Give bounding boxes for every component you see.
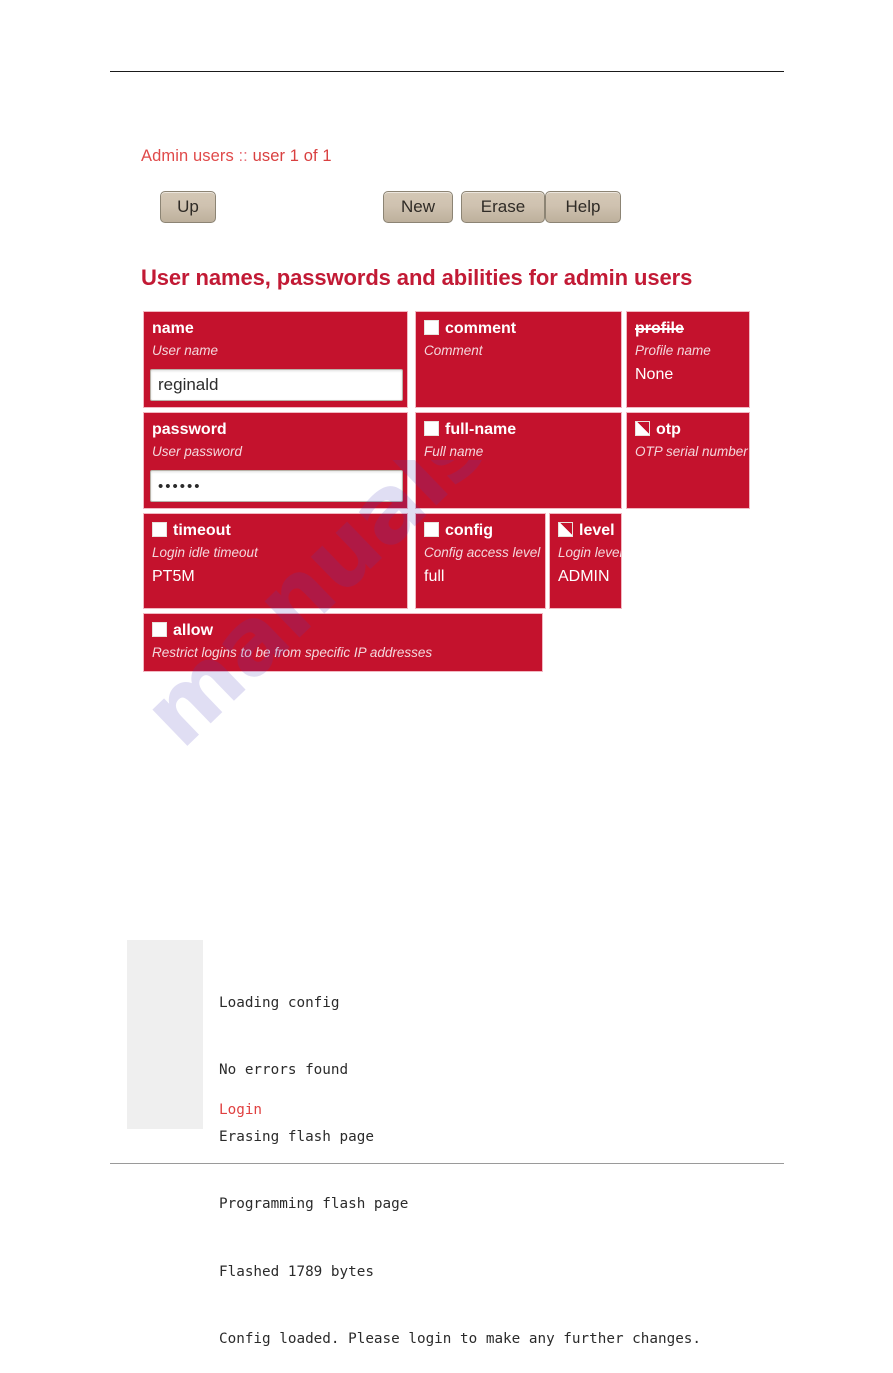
field-comment-description: Comment	[424, 343, 483, 358]
new-button[interactable]: New	[383, 191, 453, 223]
log-line: Config loaded. Please login to make any …	[219, 1330, 702, 1347]
erase-button[interactable]: Erase	[461, 191, 545, 223]
field-password-description: User password	[152, 444, 243, 459]
field-name-label: name	[152, 320, 194, 337]
log-output: Loading config No errors found Erasing f…	[219, 947, 859, 1373]
config-checkbox[interactable]	[424, 522, 439, 537]
field-timeout-label: timeout	[152, 521, 399, 541]
otp-checkbox[interactable]	[635, 421, 650, 436]
up-button[interactable]: Up	[160, 191, 216, 223]
field-otp-label: otp	[635, 420, 741, 440]
field-profile-value: None	[635, 366, 674, 383]
allow-checkbox[interactable]	[152, 622, 167, 637]
field-level: level Login level ADMIN	[549, 513, 622, 609]
breadcrumb-separator: ::	[238, 147, 248, 165]
log-line: Programming flash page	[219, 1196, 409, 1213]
field-timeout-value: PT5M	[152, 568, 195, 585]
field-full-name-description: Full name	[424, 444, 484, 459]
field-full-name-label: full-name	[424, 420, 613, 440]
field-allow-label: allow	[152, 621, 534, 641]
password-input[interactable]: ••••••	[150, 470, 403, 502]
login-link[interactable]: Login	[219, 1100, 262, 1120]
log-line: Erasing flash page	[219, 1129, 374, 1146]
breadcrumb-position: user 1 of 1	[252, 147, 332, 165]
log-gutter	[127, 940, 203, 1129]
field-profile: profile Profile name None	[626, 311, 750, 408]
full-name-checkbox[interactable]	[424, 421, 439, 436]
field-full-name: full-name Full name	[415, 412, 622, 509]
page-title: User names, passwords and abilities for …	[141, 265, 693, 290]
field-otp: otp OTP serial number	[626, 412, 750, 509]
field-level-value: ADMIN	[558, 568, 610, 585]
log-line: Loading config	[219, 994, 340, 1011]
field-password: password User password ••••••	[143, 412, 408, 509]
admin-user-form: name User name reginald comment Comment …	[143, 311, 763, 676]
field-comment: comment Comment	[415, 311, 622, 408]
field-config-description: Config access level	[424, 545, 541, 560]
field-timeout: timeout Login idle timeout PT5M	[143, 513, 408, 609]
field-config-label: config	[424, 521, 537, 541]
log-line: Flashed 1789 bytes	[219, 1263, 374, 1280]
name-input[interactable]: reginald	[150, 369, 403, 401]
header-divider	[110, 71, 784, 72]
log-line: No errors found	[219, 1062, 349, 1079]
breadcrumb-section[interactable]: Admin users	[141, 147, 234, 165]
field-otp-description: OTP serial number	[635, 444, 748, 459]
field-config-value: full	[424, 568, 445, 585]
help-button[interactable]: Help	[545, 191, 621, 223]
field-config: config Config access level full	[415, 513, 546, 609]
field-allow-description: Restrict logins to be from specific IP a…	[152, 645, 433, 660]
field-profile-label: profile	[635, 320, 684, 337]
password-masked-value: ••••••	[158, 478, 202, 495]
field-level-label: level	[558, 521, 615, 541]
field-comment-label: comment	[424, 319, 613, 339]
field-level-description: Login level	[558, 545, 622, 560]
breadcrumb: Admin users :: user 1 of 1	[141, 147, 332, 166]
timeout-checkbox[interactable]	[152, 522, 167, 537]
field-allow: allow Restrict logins to be from specifi…	[143, 613, 543, 672]
comment-checkbox[interactable]	[424, 320, 439, 335]
level-checkbox[interactable]	[558, 522, 573, 537]
field-name-description: User name	[152, 343, 219, 358]
field-password-label: password	[152, 421, 227, 438]
field-name: name User name reginald	[143, 311, 408, 408]
footer-divider	[110, 1163, 784, 1164]
field-profile-description: Profile name	[635, 343, 711, 358]
field-timeout-description: Login idle timeout	[152, 545, 258, 560]
